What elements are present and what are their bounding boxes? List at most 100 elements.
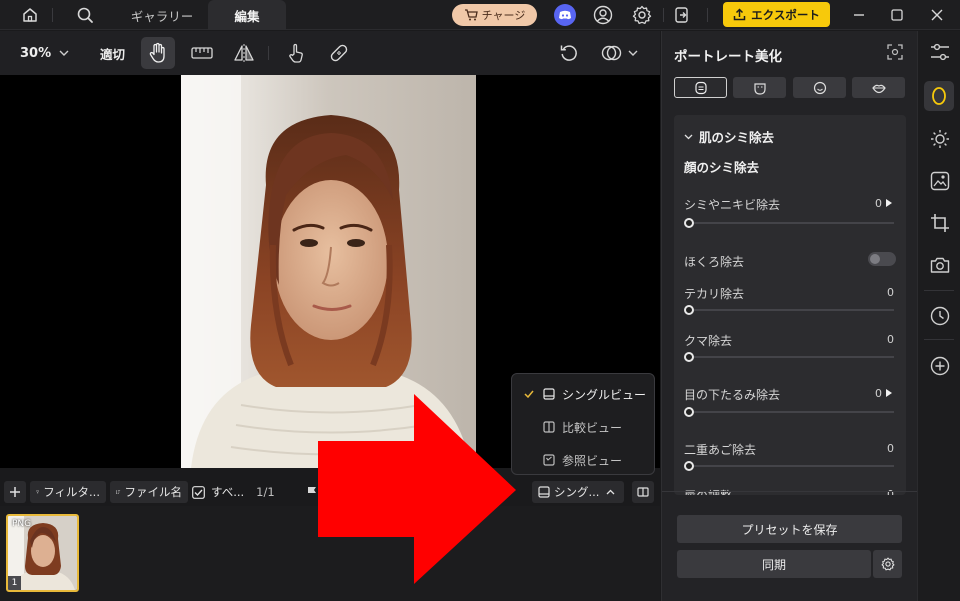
search-icon[interactable] (70, 0, 100, 30)
row-value: 0 (887, 286, 894, 299)
slider-knob[interactable] (684, 218, 694, 228)
row-label: シミやニキビ除去 (684, 198, 781, 212)
sync-button[interactable]: 同期 (677, 550, 871, 578)
menu-item-label: 比較ビュー (562, 420, 623, 435)
tab-edit[interactable]: 編集 (208, 0, 286, 30)
tab-gallery[interactable]: ギャラリー (118, 0, 206, 30)
maximize-icon[interactable] (882, 0, 912, 30)
image-count: 1/1 (256, 485, 275, 499)
row-value: 0 (875, 197, 882, 210)
row-label: ほくろ除去 (684, 255, 745, 269)
divider (52, 8, 53, 22)
sort-icon (116, 490, 121, 495)
close-icon[interactable] (922, 0, 952, 30)
export-button[interactable]: エクスポート (723, 2, 830, 27)
checkmark-icon (518, 390, 540, 398)
save-preset-button[interactable]: プリセットを保存 (677, 515, 902, 543)
menu-item-single-view[interactable]: シングルビュー (512, 379, 656, 409)
edit-toolbar: 30% 適切 (0, 31, 660, 75)
group-title: 顔のシミ除去 (684, 160, 760, 175)
filter-button[interactable]: フィルタ... (30, 481, 106, 503)
chevron-down-icon (628, 50, 637, 56)
single-view-icon (538, 486, 550, 498)
discord-icon[interactable] (550, 0, 580, 30)
slider-track[interactable] (688, 356, 894, 358)
select-all-checkbox[interactable]: すべ... 1/1 (192, 481, 275, 503)
flip-tool-icon[interactable] (227, 37, 261, 69)
home-icon[interactable] (15, 0, 45, 30)
account-icon[interactable] (588, 0, 618, 30)
settings-icon[interactable] (627, 0, 657, 30)
slider-knob[interactable] (684, 352, 694, 362)
tab-skin[interactable] (674, 77, 727, 98)
divider (924, 290, 954, 291)
thumbnail[interactable]: PNG 1 (6, 514, 79, 592)
view-mode-button[interactable]: シング... (532, 481, 624, 503)
charge-button[interactable]: チャージ (452, 4, 537, 26)
reset-icon[interactable] (552, 37, 586, 69)
tab-makeup[interactable] (852, 77, 905, 98)
tab-features[interactable] (793, 77, 846, 98)
blemish-section: 肌のシミ除去 顔のシミ除去 シミやニキビ除去 0 ほくろ除去 テカリ除去 0 ク… (674, 115, 906, 495)
tab-face-shape[interactable] (733, 77, 786, 98)
divider (662, 491, 918, 492)
flag-icon[interactable] (307, 486, 317, 498)
face-scan-icon[interactable] (887, 44, 903, 60)
menu-item-compare-view[interactable]: 比較ビュー (512, 412, 656, 442)
row-label: 目の下たるみ除去 (684, 388, 781, 402)
slider-knob[interactable] (684, 461, 694, 471)
hand-tool-icon[interactable] (141, 37, 175, 69)
fit-button[interactable]: 適切 (100, 31, 125, 75)
ruler-tool-icon[interactable] (185, 37, 219, 69)
divider (268, 46, 269, 60)
brightness-icon[interactable] (926, 125, 954, 153)
menu-item-reference-view[interactable]: 参照ビュー (512, 445, 656, 475)
select-all-label: すべ... (211, 485, 245, 499)
adjustment-panel: ポートレート美化 肌のシミ除去 顔のシミ除去 シミやニキビ除去 0 ほくろ除去 … (661, 31, 918, 601)
title-bar: ギャラリー 編集 チャージ エクスポート (0, 0, 960, 30)
filter-icon (36, 490, 40, 494)
portrait-beauty-icon[interactable] (924, 81, 954, 111)
section-header[interactable]: 肌のシミ除去 (684, 127, 774, 146)
single-view-icon (540, 388, 558, 400)
zoom-select[interactable]: 30% (20, 31, 69, 75)
overlap-circles-icon (601, 45, 621, 61)
compare-view-icon (540, 421, 558, 433)
split-view-button[interactable] (632, 481, 654, 503)
play-arrow-icon[interactable] (886, 389, 892, 397)
slider-knob[interactable] (684, 305, 694, 315)
history-icon[interactable] (926, 302, 954, 330)
compare-select[interactable] (595, 37, 643, 69)
slider-track[interactable] (688, 222, 894, 224)
sync-settings-button[interactable] (873, 550, 902, 578)
crop-icon[interactable] (926, 209, 954, 237)
sort-button[interactable]: ファイル名 (110, 481, 188, 503)
zoom-value: 30% (20, 45, 52, 61)
sort-label: ファイル名 (124, 485, 183, 499)
slider-knob[interactable] (684, 407, 694, 417)
camera-icon[interactable] (926, 251, 954, 279)
sign-out-icon[interactable] (667, 0, 697, 30)
play-arrow-icon[interactable] (886, 199, 892, 207)
slider-track[interactable] (688, 411, 894, 413)
slider-track[interactable] (688, 309, 894, 311)
thumbnail-index: 1 (8, 576, 21, 590)
adjust-sliders-icon[interactable] (926, 38, 954, 66)
checkbox-icon (192, 485, 205, 499)
reference-view-icon (540, 454, 558, 466)
row-label: クマ除去 (684, 334, 733, 348)
bandage-tool-icon[interactable] (322, 37, 356, 69)
chevron-down-icon (684, 134, 693, 139)
mole-removal-toggle[interactable] (868, 252, 896, 266)
image-adjust-icon[interactable] (926, 167, 954, 195)
slider-track[interactable] (688, 465, 894, 467)
touch-tool-icon[interactable] (279, 37, 313, 69)
filter-label: フィルタ... (43, 485, 100, 499)
lips-icon (871, 84, 886, 93)
minimize-icon[interactable] (844, 0, 874, 30)
row-label: 二重あご除去 (684, 443, 757, 457)
upload-icon (733, 8, 746, 21)
add-image-button[interactable] (4, 481, 26, 503)
tool-rail (917, 31, 960, 601)
add-circle-icon[interactable] (926, 352, 954, 380)
